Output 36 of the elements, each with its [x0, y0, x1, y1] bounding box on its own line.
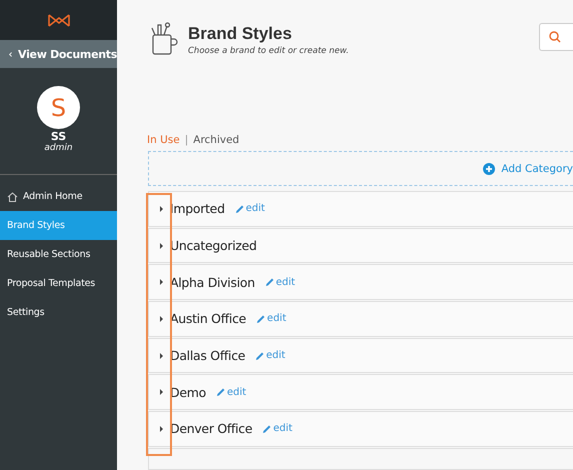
caret-icon[interactable]	[159, 242, 164, 249]
caret-icon[interactable]	[159, 352, 164, 359]
user-name: SS	[50, 130, 66, 143]
category-name: Austin Office	[170, 311, 246, 326]
category-name: Alpha Division	[170, 274, 255, 290]
caret-icon[interactable]	[159, 206, 164, 212]
tab[interactable]: Archived	[193, 134, 240, 146]
home-icon	[7, 192, 18, 202]
pencil-icon	[216, 387, 226, 398]
page-title: Brand Styles	[188, 24, 293, 44]
page-subtitle: Choose a brand to edit or create new.	[188, 46, 349, 56]
category-name: Uncategorized	[170, 238, 257, 254]
caret-icon[interactable]	[159, 279, 164, 286]
search-icon	[549, 31, 561, 43]
cup-icon	[150, 22, 180, 55]
sidebar-item[interactable]: Proposal Templates	[0, 269, 117, 298]
sidebar-item[interactable]: Reusable Sections	[0, 240, 117, 269]
plus-icon	[483, 162, 496, 174]
pencil-icon	[255, 350, 266, 361]
caret-icon[interactable]	[159, 316, 164, 322]
user-role: admin	[44, 143, 73, 153]
sidebar-item[interactable]: Settings	[0, 298, 117, 327]
sidebar-item[interactable]: Admin Home	[0, 182, 117, 211]
category-row[interactable]: Austin Office edit	[148, 301, 573, 337]
pencil-icon	[234, 204, 245, 214]
category-row[interactable]: Uncategorized	[148, 228, 573, 264]
pencil-icon	[256, 314, 266, 324]
pencil-icon	[262, 424, 272, 434]
category-row[interactable]: Alpha Division edit	[148, 264, 573, 300]
pencil-icon	[264, 277, 275, 288]
caret-icon[interactable]	[159, 426, 164, 432]
caret-icon[interactable]	[159, 389, 164, 396]
user-avatar: S	[37, 86, 80, 129]
tab-separator: |	[184, 134, 188, 146]
logo-icon	[46, 12, 70, 28]
view-documents-link[interactable]: View Documents	[0, 40, 117, 68]
